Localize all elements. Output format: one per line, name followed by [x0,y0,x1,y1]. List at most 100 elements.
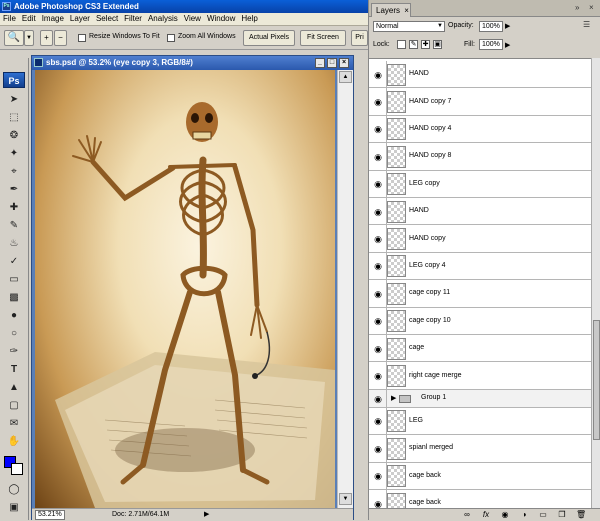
eye-icon[interactable]: ◉ [371,259,385,273]
visibility-cell[interactable]: ◉ [369,115,387,143]
crop-tool-icon[interactable]: ⌖ [5,164,23,180]
lasso-tool-icon[interactable]: ❂ [5,128,23,144]
eye-icon[interactable]: ◉ [371,342,385,356]
visibility-cell[interactable]: ◉ [369,307,387,334]
layers-tab[interactable]: Layers × [371,3,411,17]
eraser-tool-icon[interactable]: ▭ [5,272,23,288]
menu-edit[interactable]: Edit [19,13,39,25]
eye-icon[interactable]: ◉ [371,122,385,136]
layer-thumbnail[interactable] [387,255,406,278]
layer-thumbnail[interactable] [387,228,406,251]
status-menu-arrow-icon[interactable]: ▶ [204,509,209,521]
eye-icon[interactable]: ◉ [371,314,385,328]
layer-thumbnail[interactable] [387,63,406,86]
hand-tool-icon[interactable]: ✋ [5,434,23,450]
preset-dropdown-chevron-icon[interactable]: ▼ [24,30,34,46]
menu-image[interactable]: Image [39,13,67,25]
visibility-cell[interactable]: ◉ [369,389,387,407]
print-size-button[interactable]: Pri [351,30,368,46]
opacity-input[interactable]: 100% [479,21,503,32]
delete-layer-icon[interactable]: 🗑 [576,510,586,520]
layer-thumbnail[interactable] [387,492,406,508]
layer-thumbnail[interactable] [387,410,406,433]
layer-row[interactable]: ◉ cage copy 11 [369,280,591,308]
visibility-cell[interactable]: ◉ [369,435,387,462]
eye-icon[interactable]: ◉ [371,497,385,508]
menu-layer[interactable]: Layer [67,13,93,25]
layer-group-row[interactable]: ◉ ▶ Group 1 [369,389,591,408]
visibility-cell[interactable]: ◉ [369,280,387,307]
eye-icon[interactable]: ◉ [371,95,385,109]
app-title-bar[interactable]: Ps Adobe Photoshop CS3 Extended [0,0,368,13]
close-button[interactable]: × [339,58,349,68]
clone-stamp-tool-icon[interactable]: ♨ [5,236,23,252]
layer-row[interactable]: ◉ LEG copy 4 [369,252,591,281]
healing-brush-tool-icon[interactable]: ✚ [5,200,23,216]
history-brush-tool-icon[interactable]: ✓ [5,254,23,270]
scroll-up-arrow-icon[interactable]: ▲ [339,71,352,83]
zoom-level-field[interactable]: 53.21% [35,510,65,520]
visibility-cell[interactable]: ◉ [369,143,387,170]
link-layers-icon[interactable]: ∞ [462,510,472,520]
image-canvas[interactable] [35,70,335,508]
layer-row[interactable]: ◉ HAND copy 8 [369,143,591,171]
menu-filter[interactable]: Filter [121,13,145,25]
panel-close-icon[interactable]: × [589,3,594,12]
rectangle-tool-icon[interactable]: ▢ [5,398,23,414]
layer-row[interactable]: ◉ HAND [369,198,591,226]
visibility-cell[interactable]: ◉ [369,252,387,280]
layer-thumbnail[interactable] [387,91,406,114]
layer-row[interactable]: ◉ LEG [369,407,591,436]
expand-group-icon[interactable]: ▶ [391,394,396,402]
menu-analysis[interactable]: Analysis [145,13,181,25]
pen-tool-icon[interactable]: ✑ [5,344,23,360]
layer-row[interactable]: ◉ spianl merged [369,435,591,463]
layer-list-scrollbar[interactable] [591,58,600,508]
eye-icon[interactable]: ◉ [371,177,385,191]
layer-row[interactable]: ◉ LEG copy [369,170,591,198]
brush-tool-icon[interactable]: ✎ [5,218,23,234]
path-selection-tool-icon[interactable]: ▲ [5,380,23,396]
screen-mode-icon[interactable]: ▣ [5,500,23,516]
visibility-cell[interactable]: ◉ [369,462,387,489]
eye-icon[interactable]: ◉ [371,442,385,456]
adjustment-layer-icon[interactable]: ◑ [519,510,529,520]
panel-collapse-icon[interactable]: » [575,3,579,12]
layer-style-icon[interactable]: fx [481,510,491,520]
layer-thumbnail[interactable] [387,200,406,223]
layer-mask-icon[interactable]: ◉ [500,510,510,520]
visibility-cell[interactable]: ◉ [369,225,387,252]
layer-row[interactable]: ◉ cage back [369,462,591,490]
minimize-button[interactable]: _ [315,58,325,68]
layer-row[interactable]: ◉ cage [369,335,591,363]
visibility-cell[interactable]: ◉ [369,61,387,88]
zoom-tool-preset-icon[interactable]: 🔍 [4,30,24,46]
eye-icon[interactable]: ◉ [371,68,385,82]
gradient-tool-icon[interactable]: ▩ [5,290,23,306]
menu-file[interactable]: File [0,13,19,25]
menu-select[interactable]: Select [93,13,121,25]
layer-row[interactable]: ◉ HAND copy [369,225,591,253]
eye-icon[interactable]: ◉ [371,232,385,246]
magic-wand-tool-icon[interactable]: ✦ [5,146,23,162]
visibility-cell[interactable]: ◉ [369,407,387,435]
eye-icon[interactable]: ◉ [371,469,385,483]
fill-input[interactable]: 100% [479,39,503,50]
layer-thumbnail[interactable] [387,337,406,360]
layer-row[interactable]: ◉ right cage merge [369,362,591,390]
type-tool-icon[interactable]: T [5,362,23,378]
zoom-out-icon[interactable]: − [54,30,67,46]
visibility-cell[interactable]: ◉ [369,362,387,389]
dodge-tool-icon[interactable]: ○ [5,326,23,342]
marquee-tool-icon[interactable]: ⬚ [5,110,23,126]
lock-position-icon[interactable]: ✚ [421,40,430,49]
lock-all-icon[interactable]: ▣ [433,40,442,49]
layer-thumbnail[interactable] [387,118,406,141]
layer-row[interactable]: ◉ HAND [369,61,591,89]
close-icon[interactable]: × [404,6,409,15]
layer-thumbnail[interactable] [387,282,406,305]
layer-row[interactable]: ◉ HAND copy 4 [369,115,591,144]
zoom-in-icon[interactable]: + [40,30,53,46]
blur-tool-icon[interactable]: ● [5,308,23,324]
quick-mask-icon[interactable]: ◯ [5,482,23,498]
